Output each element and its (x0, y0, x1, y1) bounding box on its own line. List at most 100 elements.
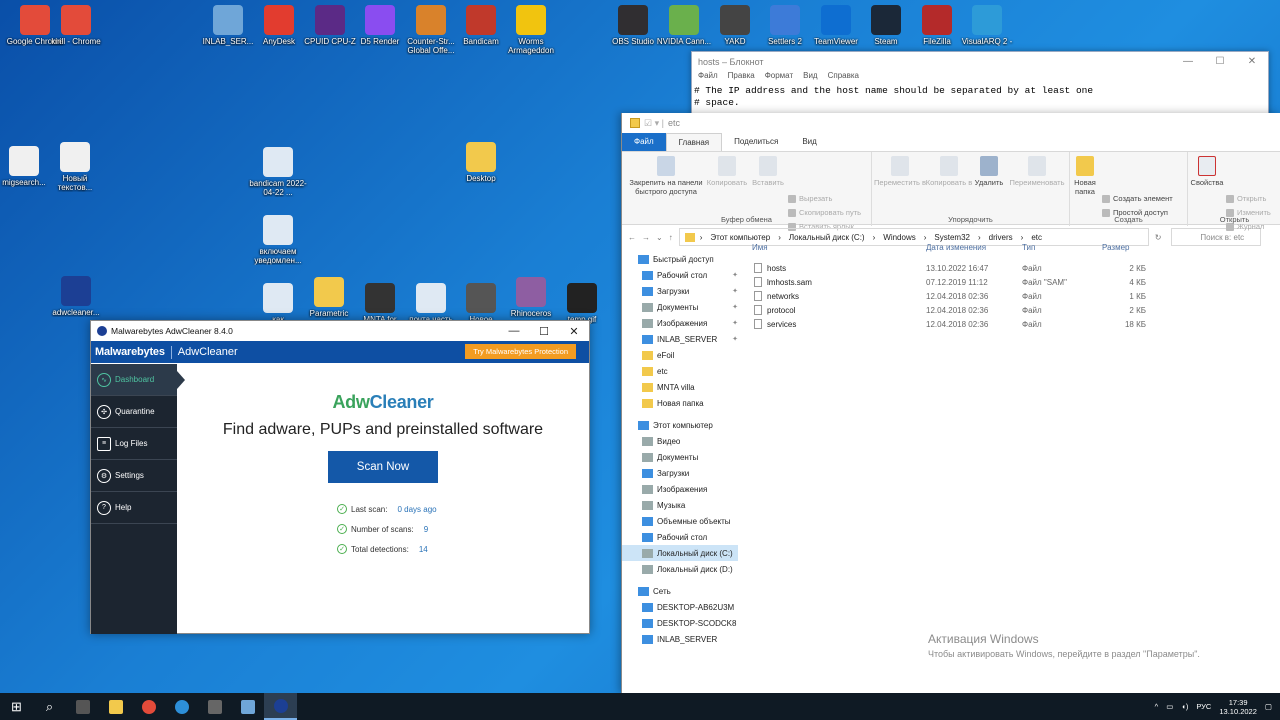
menu-help[interactable]: Справка (828, 71, 859, 85)
nav-item[interactable]: DESKTOP-AB62U3M (622, 599, 738, 615)
desktop-icon[interactable]: Desktop (451, 142, 511, 183)
taskbar-adwcleaner[interactable] (264, 693, 297, 720)
breadcrumb-drivers[interactable]: drivers (989, 233, 1013, 242)
column-date[interactable]: Дата изменения (926, 243, 1022, 257)
notepad-titlebar[interactable]: hosts – Блокнот — ☐ ✕ (692, 52, 1268, 71)
taskbar-explorer[interactable] (99, 693, 132, 720)
new-item-button[interactable]: Создать элемент (1102, 194, 1173, 203)
desktop-icon[interactable]: bandicam 2022-04-22 ... (248, 147, 308, 197)
tab-home[interactable]: Главная (665, 133, 723, 151)
rename-button[interactable]: Переименовать (1006, 156, 1068, 187)
breadcrumb-etc[interactable]: etc (1031, 233, 1042, 242)
minimize-icon[interactable]: — (499, 325, 529, 338)
nav-item[interactable]: Изображения (622, 481, 738, 497)
file-row[interactable]: services 12.04.2018 02:36 Файл 18 КБ (752, 317, 1146, 331)
taskbar-app[interactable] (231, 693, 264, 720)
cut-button[interactable]: Вырезать (788, 194, 832, 203)
menu-edit[interactable]: Правка (728, 71, 755, 85)
nav-item[interactable]: Рабочий стол ✦ (622, 267, 738, 283)
nav-item[interactable]: Изображения ✦ (622, 315, 738, 331)
maximize-icon[interactable]: ☐ (529, 325, 559, 338)
nav-item[interactable]: MNTA villa (622, 379, 738, 395)
tab-file[interactable]: Файл (622, 133, 666, 151)
taskbar-calculator[interactable] (198, 693, 231, 720)
nav-item[interactable]: DESKTOP-SCODCK8 (622, 615, 738, 631)
nav-item[interactable]: Рабочий стол (622, 529, 738, 545)
up-icon[interactable]: ↑ (669, 233, 673, 242)
file-row[interactable]: networks 12.04.2018 02:36 Файл 1 КБ (752, 289, 1146, 303)
nav-item[interactable]: Музыка (622, 497, 738, 513)
refresh-icon[interactable]: ↻ (1155, 233, 1162, 242)
search-button[interactable]: ⌕ (33, 693, 66, 720)
taskbar-app[interactable] (66, 693, 99, 720)
pin-quick-access-button[interactable]: Закрепить на панели быстрого доступа (624, 156, 708, 196)
column-type[interactable]: Тип (1022, 243, 1102, 257)
nav-dashboard[interactable]: ∿ Dashboard (91, 364, 185, 396)
breadcrumb-windows[interactable]: Windows (883, 233, 915, 242)
menu-view[interactable]: Вид (803, 71, 817, 85)
move-to-button[interactable]: Переместить в (872, 156, 928, 187)
nav-log-files[interactable]: ≡ Log Files (91, 428, 177, 460)
minimize-icon[interactable]: — (1172, 56, 1204, 67)
maximize-icon[interactable]: ☐ (1204, 56, 1236, 67)
column-name[interactable]: Имя (752, 243, 926, 257)
delete-button[interactable]: Удалить (972, 156, 1006, 187)
taskbar-app[interactable] (165, 693, 198, 720)
desktop-icon[interactable]: Новый текстов... (45, 142, 105, 192)
back-icon[interactable]: ← (628, 233, 636, 242)
tab-share[interactable]: Поделиться (722, 133, 790, 151)
nav-quarantine[interactable]: ✣ Quarantine (91, 396, 177, 428)
close-icon[interactable]: ✕ (559, 325, 589, 338)
explorer-titlebar[interactable]: ☑ ▾ | etc (622, 113, 1280, 133)
try-protection-button[interactable]: Try Malwarebytes Protection (465, 344, 576, 359)
nav-help[interactable]: ? Help (91, 492, 177, 524)
clock[interactable]: 17:39 13.10.2022 (1219, 698, 1257, 716)
nav-item[interactable]: Загрузки (622, 465, 738, 481)
quick-access-toolbar[interactable]: ☑ ▾ | (644, 118, 664, 129)
network-icon[interactable]: ▭ (1166, 702, 1173, 711)
desktop-icon[interactable]: включаем уведомлен... (248, 215, 308, 265)
nav-item[interactable]: etc (622, 363, 738, 379)
tab-view[interactable]: Вид (790, 133, 828, 151)
open-button[interactable]: Открыть (1226, 194, 1266, 203)
menu-format[interactable]: Формат (765, 71, 793, 85)
notifications-icon[interactable]: ▢ (1265, 702, 1272, 711)
desktop-icon[interactable]: Worms Armageddon (501, 5, 561, 55)
nav-item[interactable]: Быстрый доступ (622, 251, 738, 267)
nav-item[interactable]: eFoil (622, 347, 738, 363)
language-indicator[interactable]: РУС (1196, 702, 1211, 711)
nav-item[interactable]: Новая папка (622, 395, 738, 411)
nav-item[interactable]: Видео (622, 433, 738, 449)
copy-button[interactable]: Копировать (706, 156, 748, 187)
nav-settings[interactable]: ⚙ Settings (91, 460, 177, 492)
stat-value[interactable]: 0 days ago (397, 505, 436, 514)
nav-item[interactable]: Документы ✦ (622, 299, 738, 315)
forward-icon[interactable]: → (642, 233, 650, 242)
notepad-text-area[interactable]: # The IP address and the host name shoul… (692, 85, 1268, 109)
notepad-window[interactable]: hosts – Блокнот — ☐ ✕ Файл Правка Формат… (691, 51, 1269, 117)
scan-now-button[interactable]: Scan Now (328, 451, 438, 483)
file-row[interactable]: lmhosts.sam 07.12.2019 11:12 Файл "SAM" 4 К… (752, 275, 1146, 289)
menu-file[interactable]: Файл (698, 71, 718, 85)
desktop-icon[interactable]: VisualARQ 2 - (957, 5, 1017, 46)
chevron-up-icon[interactable]: ^ (1155, 702, 1159, 711)
explorer-window[interactable]: ☑ ▾ | etc Файл Главная Поделиться Вид За… (621, 113, 1280, 693)
taskbar-chrome[interactable] (132, 693, 165, 720)
adwcleaner-window[interactable]: Malwarebytes AdwCleaner 8.4.0 — ☐ ✕ Malw… (90, 320, 590, 634)
paste-button[interactable]: Вставить (748, 156, 788, 187)
desktop-icon[interactable]: kirill - Chrome (46, 5, 106, 46)
nav-item[interactable]: Документы (622, 449, 738, 465)
properties-button[interactable]: Свойства (1188, 156, 1226, 187)
breadcrumb-this-pc[interactable]: Этот компьютер (710, 233, 770, 242)
adwcleaner-titlebar[interactable]: Malwarebytes AdwCleaner 8.4.0 — ☐ ✕ (91, 321, 589, 341)
volume-icon[interactable]: ◖) (1181, 702, 1188, 711)
breadcrumb-system32[interactable]: System32 (934, 233, 970, 242)
desktop-icon[interactable]: adwcleaner... (46, 276, 106, 317)
close-icon[interactable]: ✕ (1236, 56, 1268, 67)
nav-item[interactable]: Этот компьютер (622, 417, 738, 433)
nav-item[interactable]: Локальный диск (C:) (622, 545, 738, 561)
nav-item[interactable]: Загрузки ✦ (622, 283, 738, 299)
chevron-down-icon[interactable]: ⌄ (656, 233, 663, 242)
nav-item[interactable]: Сеть (622, 583, 738, 599)
new-folder-button[interactable]: Новая папка (1070, 156, 1100, 196)
